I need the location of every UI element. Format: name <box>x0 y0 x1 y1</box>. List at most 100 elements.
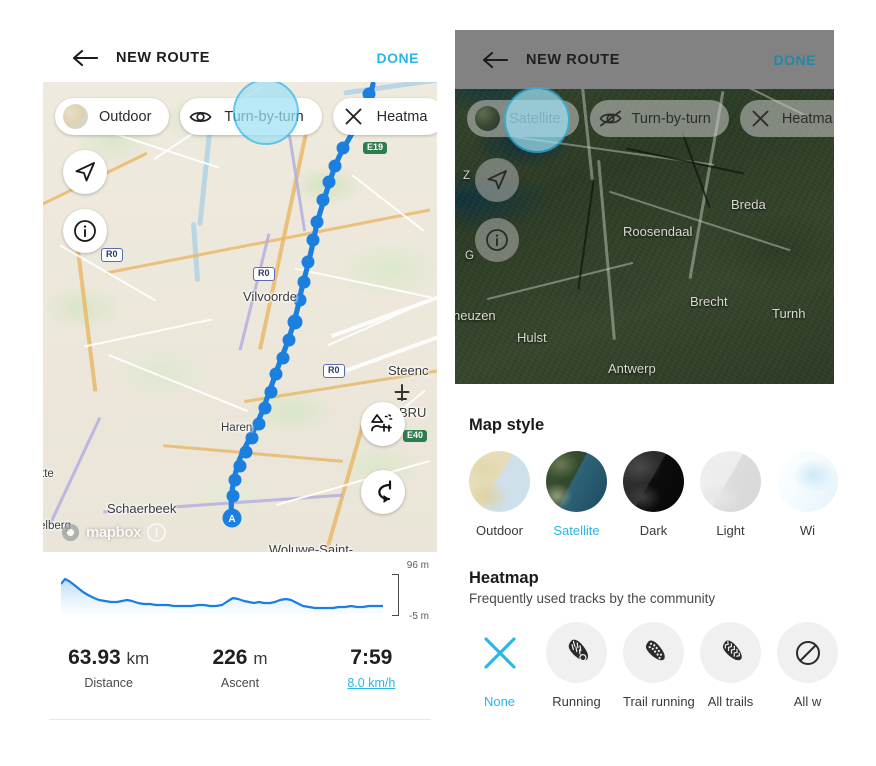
highway-shield: R0 <box>101 248 123 262</box>
page-title: NEW ROUTE <box>116 49 211 66</box>
stat-value: 7:59 <box>306 646 437 670</box>
trail-shoe-icon <box>645 640 665 660</box>
terrain-button[interactable] <box>361 402 405 446</box>
map-style-thumbnail <box>469 451 530 512</box>
highway-shield: R0 <box>323 364 345 378</box>
map-label: Vilvoorde <box>243 289 297 304</box>
chip-heatmap[interactable]: Heatma <box>332 98 437 135</box>
heatmap-option-all-trails[interactable]: All trails <box>700 622 761 709</box>
map-style-option-dark[interactable]: Dark <box>623 451 684 538</box>
route-stats: 63.93 km Distance 226 m Ascent 7:59 8.0 … <box>43 638 437 720</box>
stat-number: 226 <box>212 646 248 669</box>
map-style-option-outdoor[interactable]: Outdoor <box>469 451 530 538</box>
locate-icon <box>75 162 95 182</box>
heatmap-subtitle: Frequently used tracks by the community <box>469 591 716 606</box>
info-icon <box>486 229 508 251</box>
stat-value: 63.93 km <box>43 646 174 670</box>
map-style-label: Wi <box>799 523 816 538</box>
chip-label: Outdoor <box>99 108 152 125</box>
elevation-axis-tick-bottom <box>392 615 399 616</box>
locate-button[interactable] <box>475 158 519 202</box>
app-root: NEW ROUTE DONE A E19 R0 R0 R0 E40 Vilvoo… <box>0 0 876 766</box>
sat-label: Antwerp <box>608 361 656 376</box>
airport-icon <box>394 384 410 401</box>
heatmap-label: Trail running <box>623 694 695 709</box>
heatmap-option-running[interactable]: Running <box>546 622 607 709</box>
elevation-profile[interactable]: 96 m -5 m <box>43 552 437 638</box>
map-style-option-winter[interactable]: Wi <box>777 451 838 538</box>
heatmap-label: All w <box>793 694 822 709</box>
divider <box>49 719 431 720</box>
heatmap-section: Heatmap Frequently used tracks by the co… <box>455 538 876 709</box>
boot-sole-icon <box>722 640 742 660</box>
map-style-thumbnail <box>623 451 684 512</box>
map-style-thumbnail <box>546 451 607 512</box>
map-label: Steenc <box>388 363 429 378</box>
map-style-thumbnail <box>777 451 838 512</box>
elevation-min-label: -5 m <box>409 611 429 622</box>
stat-number: 7:59 <box>350 646 393 669</box>
done-button[interactable]: DONE <box>377 50 419 66</box>
map-style-options: Outdoor Satellite Dark Light Wi <box>469 451 876 538</box>
highway-shield: R0 <box>253 267 275 281</box>
map-style-label: Dark <box>639 523 668 538</box>
map-style-section: Map style Outdoor Satellite Dark Light W… <box>455 384 876 538</box>
info-circle-icon[interactable] <box>147 523 167 542</box>
info-button[interactable] <box>63 209 107 253</box>
heatmap-option-none[interactable]: None <box>469 622 530 709</box>
chip-label: Turn-by-turn <box>631 110 711 127</box>
done-button[interactable]: DONE <box>774 52 816 68</box>
route-map[interactable]: A E19 R0 R0 R0 E40 Brussels Vilvoorde Sc… <box>43 82 437 552</box>
close-x-icon <box>341 104 366 129</box>
tap-highlight <box>504 87 570 153</box>
heatmap-option-trail-running[interactable]: Trail running <box>623 622 695 709</box>
heatmap-title: Heatmap <box>469 569 539 587</box>
close-x-icon <box>483 636 516 669</box>
chip-map-style[interactable]: Outdoor <box>55 98 170 135</box>
map-style-option-light[interactable]: Light <box>700 451 761 538</box>
map-style-label: Light <box>716 523 745 538</box>
elevation-max-label: 96 m <box>406 560 429 571</box>
sat-label: Brecht <box>690 294 728 309</box>
stat-value: 226 m <box>174 646 305 670</box>
heatmap-option-all-walking[interactable]: All w <box>777 622 838 709</box>
heatmap-options: None Running Trail running All trails Al… <box>469 622 876 709</box>
sat-label: Roosendaal <box>623 224 693 239</box>
right-settings-panel: Breda Roosendaal Brecht Turnh Antwerp Hu… <box>455 30 876 730</box>
stat-unit: km <box>126 649 150 668</box>
map-style-title: Map style <box>469 416 545 434</box>
reverse-route-button[interactable] <box>361 470 405 514</box>
heatmap-thumbnail <box>777 622 838 683</box>
sat-label: Z <box>463 170 471 182</box>
locate-button[interactable] <box>63 150 107 194</box>
chip-turn-by-turn[interactable]: Turn-by-turn <box>589 100 729 137</box>
locate-icon <box>487 170 507 190</box>
chip-heatmap[interactable]: Heatma <box>739 100 834 137</box>
sat-label: Breda <box>731 197 766 212</box>
close-x-icon <box>748 106 773 131</box>
elevation-chart <box>61 577 383 614</box>
map-style-label: Satellite <box>553 523 600 538</box>
stat-label: Ascent <box>220 676 260 690</box>
info-icon <box>74 220 96 242</box>
back-arrow-icon[interactable] <box>65 38 105 78</box>
map-style-option-satellite[interactable]: Satellite <box>546 451 607 538</box>
running-shoe-icon <box>568 639 588 661</box>
sat-label: Turnh <box>772 306 806 321</box>
map-label: Woluwe-Saint-Lambert / Sint-Lambrechts-W… <box>268 542 354 552</box>
left-topbar: NEW ROUTE DONE <box>43 33 437 82</box>
stat-label: Distance <box>84 676 133 690</box>
satellite-map[interactable]: Breda Roosendaal Brecht Turnh Antwerp Hu… <box>455 30 834 384</box>
map-style-thumbnail <box>700 451 761 512</box>
map-label: Haren <box>221 422 253 434</box>
back-arrow-icon[interactable] <box>475 40 515 80</box>
stat-speed-link[interactable]: 8.0 km/h <box>306 676 437 690</box>
heatmap-thumbnail <box>546 622 607 683</box>
chip-label: Heatma <box>376 108 428 125</box>
heatmap-label: Running <box>552 694 601 709</box>
stat-distance: 63.93 km Distance <box>43 646 174 720</box>
heatmap-thumbnail <box>700 622 761 683</box>
map-label: tte <box>43 468 54 480</box>
info-button[interactable] <box>475 218 519 262</box>
page-title: NEW ROUTE <box>526 51 621 68</box>
